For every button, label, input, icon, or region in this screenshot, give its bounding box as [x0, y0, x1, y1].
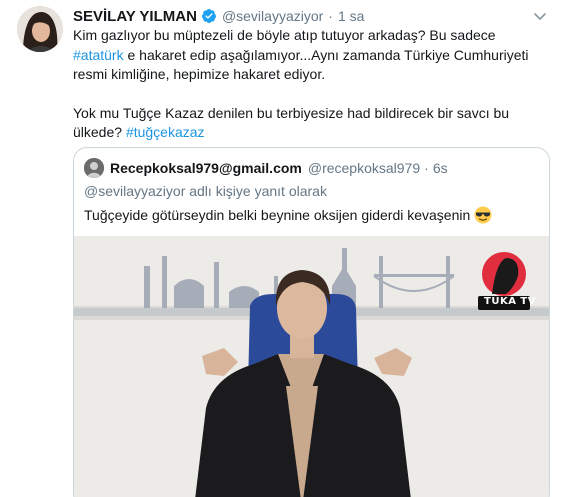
separator-dot: · [328, 8, 333, 24]
watermark-label: TUKA TV [484, 296, 536, 307]
tweet-text: Kim gazlıyor bu müptezeli de böyle atıp … [73, 26, 543, 143]
tweet-time[interactable]: 1 sa [338, 8, 364, 24]
verified-badge-icon [201, 8, 217, 24]
video-media[interactable]: TUKA TV [74, 236, 549, 497]
author-avatar[interactable] [17, 6, 63, 52]
quoted-author-name[interactable]: Recepkoksal979@gmail.com [110, 160, 302, 176]
quoted-text-body: Tuğçeyide götürseydin belki beynine oksi… [84, 207, 471, 223]
tweet-text-part: e hakaret edip aşağılamıyor...Aynı zaman… [73, 46, 529, 83]
quoted-tweet[interactable]: Recepkoksal979@gmail.com @recepkoksal979… [73, 147, 550, 497]
quoted-tweet-header: Recepkoksal979@gmail.com @recepkoksal979… [84, 158, 448, 178]
tweet-header: SEVİLAY YILMAN @sevilayyaziyor · 1 sa [73, 6, 364, 26]
author-handle[interactable]: @sevilayyaziyor [222, 8, 323, 24]
tweet-text-part: Kim gazlıyor bu müptezeli de böyle atıp … [73, 27, 496, 43]
quoted-tweet-text: Tuğçeyide götürseydin belki beynine oksi… [84, 206, 492, 224]
reply-context[interactable]: @sevilayyaziyor adlı kişiye yanıt olarak [84, 183, 327, 199]
tweet-paragraph-2: Yok mu Tuğçe Kazaz denilen bu terbiyesiz… [73, 104, 543, 143]
sunglasses-emoji-icon [474, 206, 492, 224]
quoted-tweet-time[interactable]: 6s [433, 160, 448, 176]
chevron-down-icon[interactable] [532, 8, 548, 24]
tweet[interactable]: SEVİLAY YILMAN @sevilayyaziyor · 1 sa Ki… [0, 0, 570, 497]
tweet-paragraph-1: Kim gazlıyor bu müptezeli de böyle atıp … [73, 26, 543, 85]
hashtag-link[interactable]: #tuğçekazaz [126, 124, 205, 140]
quoted-author-handle[interactable]: @recepkoksal979 [308, 160, 420, 176]
quoted-author-avatar[interactable] [84, 158, 104, 178]
author-name[interactable]: SEVİLAY YILMAN [73, 8, 197, 25]
separator-dot: · [424, 160, 429, 176]
hashtag-link[interactable]: #atatürk [73, 47, 124, 63]
